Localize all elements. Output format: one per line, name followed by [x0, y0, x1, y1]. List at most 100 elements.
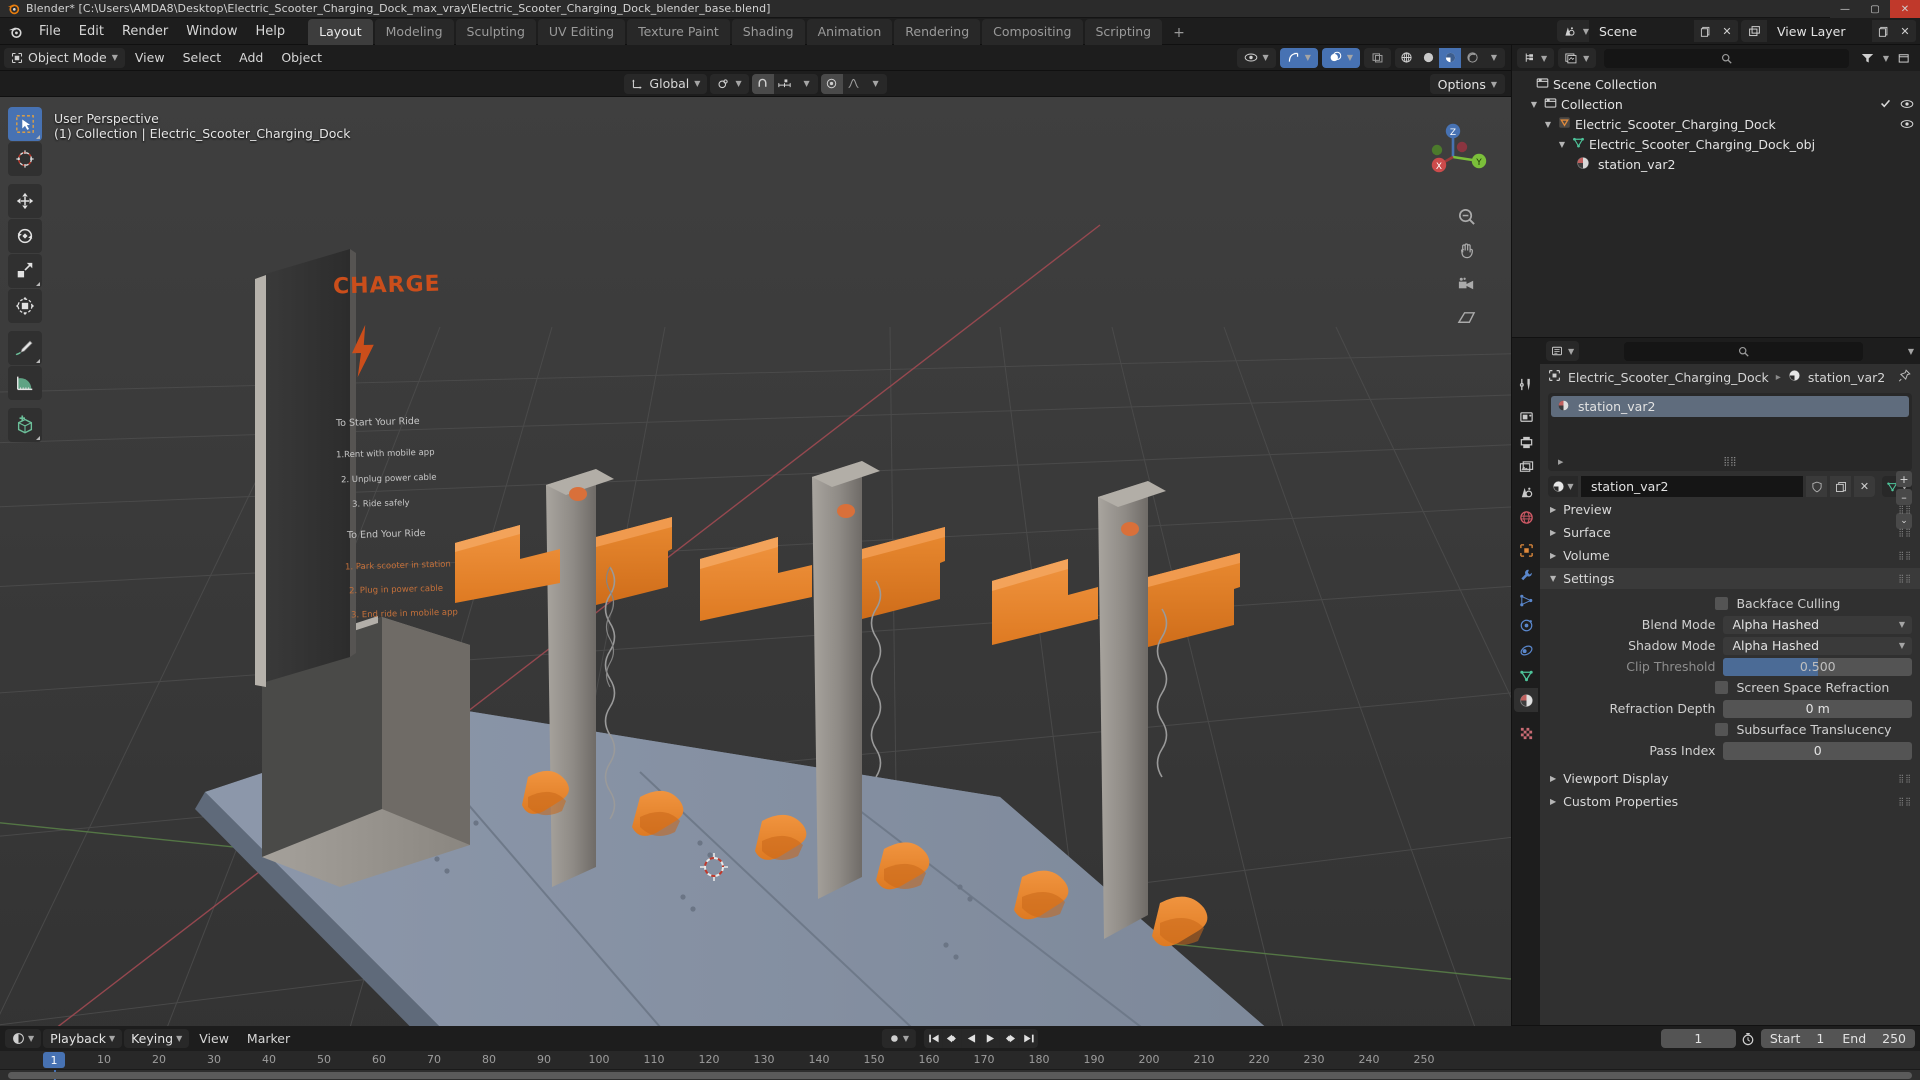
- tab-render[interactable]: [1514, 405, 1538, 429]
- tab-texture[interactable]: [1514, 721, 1538, 745]
- falloff-curve-icon[interactable]: [843, 74, 865, 94]
- proportional-editing-icon[interactable]: [820, 73, 843, 94]
- menu-render[interactable]: Render: [113, 21, 177, 42]
- snap-to-increment-icon[interactable]: [774, 74, 796, 94]
- transform-tool[interactable]: [8, 289, 42, 323]
- scene-name-field[interactable]: Scene: [1589, 20, 1694, 42]
- current-frame-field[interactable]: 1: [1660, 1029, 1736, 1048]
- backface-culling-checkbox[interactable]: [1715, 597, 1729, 610]
- collection-expand-icon[interactable]: ▼: [1528, 100, 1540, 109]
- tab-physics[interactable]: [1514, 613, 1538, 637]
- 3d-viewport[interactable]: CHARGE To Start Your Ride 1.Rent with mo…: [0, 97, 1511, 1051]
- add-material-slot-button[interactable]: +: [1896, 471, 1912, 487]
- tab-world[interactable]: [1514, 505, 1538, 529]
- add-cube-tool[interactable]: [8, 408, 42, 442]
- zoom-icon[interactable]: [1455, 205, 1477, 227]
- tab-compositing[interactable]: Compositing: [982, 18, 1083, 45]
- properties-search-input[interactable]: [1624, 341, 1863, 361]
- overlays-toggle[interactable]: ▼: [1321, 47, 1360, 68]
- play-reverse-button[interactable]: [962, 1029, 982, 1048]
- panel-settings[interactable]: ▼ Settings ⣿⣿: [1540, 568, 1920, 589]
- tab-modifier[interactable]: [1514, 563, 1538, 587]
- playhead[interactable]: 1: [43, 1052, 65, 1068]
- menu-edit[interactable]: Edit: [70, 21, 113, 42]
- viewport-menu-add[interactable]: Add: [231, 48, 271, 67]
- view-layer-selector[interactable]: View Layer ✕: [1741, 20, 1916, 42]
- outliner-search-input[interactable]: [1604, 48, 1849, 68]
- unlink-material-icon[interactable]: ✕: [1854, 476, 1875, 497]
- gizmo-toggle[interactable]: ▼: [1279, 47, 1318, 68]
- tab-sculpting[interactable]: Sculpting: [455, 18, 536, 45]
- snap-group[interactable]: ▼: [751, 73, 818, 94]
- scene-selector[interactable]: ▼ Scene ✕: [1556, 20, 1738, 42]
- tab-animation[interactable]: Animation: [806, 18, 893, 45]
- keying-menu[interactable]: Keying ▼: [124, 1029, 190, 1048]
- menu-help[interactable]: Help: [247, 21, 295, 42]
- tab-view-layer[interactable]: [1514, 455, 1538, 479]
- outliner-row-collection[interactable]: ▼ Collection: [1512, 94, 1920, 114]
- timeline-track-area[interactable]: [0, 1070, 1920, 1080]
- tab-shading[interactable]: Shading: [731, 18, 805, 45]
- playback-menu[interactable]: Playback ▼: [43, 1029, 123, 1048]
- jump-to-start-button[interactable]: [924, 1029, 944, 1048]
- camera-view-icon[interactable]: [1455, 273, 1477, 295]
- pivot-point-button[interactable]: ▼: [710, 73, 749, 94]
- tab-material[interactable]: [1514, 688, 1538, 712]
- object-eye-icon[interactable]: [1900, 117, 1914, 132]
- breadcrumb-object-label[interactable]: Electric_Scooter_Charging_Dock: [1568, 370, 1769, 385]
- outliner-row-material[interactable]: station_var2: [1512, 154, 1920, 174]
- blend-mode-dropdown[interactable]: Alpha Hashed ▼: [1723, 615, 1912, 634]
- move-tool[interactable]: [8, 184, 42, 218]
- blender-menu-icon[interactable]: [0, 24, 30, 39]
- screen-space-refraction-checkbox[interactable]: [1715, 681, 1729, 694]
- viewport-menu-object[interactable]: Object: [273, 48, 330, 67]
- measure-tool[interactable]: [8, 366, 42, 400]
- timeline-horizontal-scrollbar[interactable]: [8, 1072, 1912, 1079]
- refraction-depth-field[interactable]: 0 m: [1723, 699, 1912, 718]
- panel-viewport-display[interactable]: ▶ Viewport Display ⣿⣿: [1540, 768, 1920, 789]
- view-layer-name-field[interactable]: View Layer: [1767, 20, 1872, 42]
- rotate-tool[interactable]: [8, 219, 42, 253]
- properties-editor-type-button[interactable]: ▼: [1546, 341, 1580, 361]
- material-list-resize-grip[interactable]: ▶ ⣿⣿: [1548, 455, 1912, 469]
- menu-window[interactable]: Window: [177, 21, 246, 42]
- panel-surface[interactable]: ▶ Surface ⣿⣿: [1540, 522, 1920, 543]
- minimize-button[interactable]: —: [1830, 0, 1860, 18]
- collection-checkbox[interactable]: [1880, 97, 1891, 112]
- new-scene-button[interactable]: [1694, 20, 1716, 42]
- panel-custom-properties[interactable]: ▶ Custom Properties ⣿⣿: [1540, 791, 1920, 812]
- shading-options-chevron-icon[interactable]: ▼: [1483, 48, 1505, 68]
- viewport-menu-view[interactable]: View: [127, 48, 173, 67]
- add-workspace-button[interactable]: +: [1164, 21, 1194, 45]
- timeline-menu-marker[interactable]: Marker: [239, 1029, 298, 1048]
- outliner-display-mode-button[interactable]: ▼: [1558, 48, 1597, 68]
- fake-user-shield-icon[interactable]: [1806, 476, 1827, 497]
- close-button[interactable]: ✕: [1890, 0, 1920, 18]
- tab-object[interactable]: [1514, 538, 1538, 562]
- outliner-new-collection-icon[interactable]: [1893, 47, 1915, 69]
- remove-view-layer-button[interactable]: ✕: [1894, 20, 1916, 42]
- tab-particles[interactable]: [1514, 588, 1538, 612]
- pass-index-field[interactable]: 0: [1723, 741, 1912, 760]
- tab-rendering[interactable]: Rendering: [894, 18, 981, 45]
- material-slot-row[interactable]: station_var2: [1551, 396, 1909, 417]
- maximize-button[interactable]: ▢: [1860, 0, 1890, 18]
- tab-scripting[interactable]: Scripting: [1084, 18, 1163, 45]
- transform-orientation-button[interactable]: Global ▼: [624, 73, 708, 94]
- tab-output[interactable]: [1514, 430, 1538, 454]
- pan-hand-icon[interactable]: [1455, 239, 1477, 261]
- wireframe-shading-button[interactable]: [1395, 48, 1417, 68]
- jump-to-previous-keyframe-button[interactable]: [943, 1029, 963, 1048]
- navigation-gizmo[interactable]: Z Y X: [1417, 117, 1489, 189]
- tab-texture-paint[interactable]: Texture Paint: [627, 18, 730, 45]
- shadow-mode-dropdown[interactable]: Alpha Hashed ▼: [1723, 636, 1912, 655]
- tweak-select-tool[interactable]: [8, 107, 42, 141]
- timeline-editor-type-button[interactable]: ▼: [5, 1029, 42, 1048]
- tab-modeling[interactable]: Modeling: [374, 18, 454, 45]
- subsurface-translucency-checkbox[interactable]: [1715, 723, 1729, 736]
- material-slot-list[interactable]: station_var2 ▶ ⣿⣿: [1548, 393, 1912, 471]
- pin-id-icon[interactable]: [1898, 369, 1911, 385]
- xray-toggle[interactable]: [1364, 47, 1391, 68]
- new-view-layer-button[interactable]: [1872, 20, 1894, 42]
- shading-mode-group[interactable]: ▼: [1395, 47, 1505, 68]
